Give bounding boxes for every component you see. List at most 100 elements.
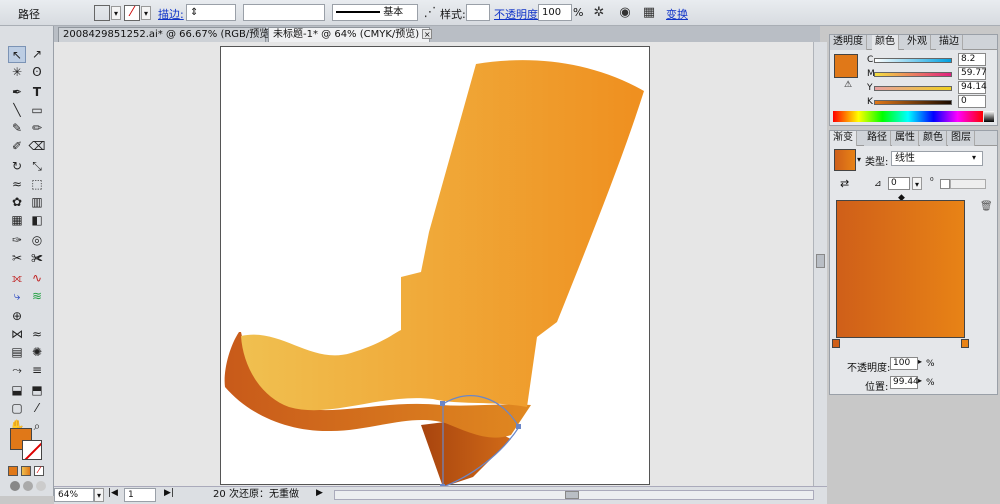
envelope-tool-icon[interactable]: ⋈ <box>8 326 26 343</box>
stroke-color-box[interactable] <box>22 440 42 460</box>
brush-definition-field[interactable]: 基本 <box>332 4 418 21</box>
magenta-value-field[interactable]: 59.77 <box>958 67 987 80</box>
eraser-tool-icon[interactable]: ⌫ <box>28 138 46 155</box>
gamut-warning-icon[interactable]: ⚠ <box>844 80 852 90</box>
opacity-field[interactable]: 100 <box>538 4 572 21</box>
aspect-ratio-field[interactable] <box>940 179 950 189</box>
tab-layers[interactable]: 图层 <box>948 131 975 146</box>
chart-tool-icon[interactable]: ▤ <box>8 344 26 361</box>
type-tool-icon[interactable]: T <box>28 84 46 101</box>
location-dropdown[interactable]: ▸ <box>918 376 922 385</box>
close-icon[interactable]: × <box>422 29 433 39</box>
brush-options-icon[interactable]: ⋰ <box>421 4 439 22</box>
draw-behind-icon[interactable] <box>23 481 33 491</box>
magenta-slider[interactable] <box>874 72 952 77</box>
rectangle-tool-icon[interactable]: ▭ <box>28 102 46 119</box>
free-transform-tool-icon[interactable]: ⬚ <box>28 176 46 193</box>
selection-tool-icon[interactable]: ↖ <box>8 46 26 63</box>
graph-tool-icon[interactable]: ▥ <box>28 194 46 211</box>
opacity-dropdown[interactable]: ▸ <box>918 357 922 366</box>
reshape-tool-icon[interactable]: ⤷ <box>8 288 26 305</box>
tab-pathfinder[interactable]: 路径 <box>864 131 891 146</box>
chevron-down-icon[interactable]: ▾ <box>972 153 976 162</box>
opacity-link[interactable]: 不透明度: <box>494 6 542 22</box>
lasso-tool-icon[interactable]: ʘ <box>28 64 46 81</box>
twirl-tool-icon[interactable]: ⤳ <box>8 362 26 379</box>
shaper-tool-icon[interactable]: ∿ <box>28 270 46 287</box>
none-mode-icon[interactable]: ⁄ <box>34 466 44 476</box>
artboard-tool-icon[interactable]: ▢ <box>8 400 26 417</box>
tab-gradient[interactable]: 渐变 <box>830 131 857 146</box>
tab-document-1[interactable]: 2008429851252.ai* @ 66.67% (RGB/预览)× <box>58 27 287 42</box>
scroll-thumb[interactable] <box>816 254 825 268</box>
gradient-slider-preview[interactable] <box>836 200 965 338</box>
gradient-tool-icon[interactable]: ◧ <box>28 212 46 229</box>
delete-stop-icon[interactable]: 🗑 <box>980 201 993 212</box>
zoom-dropdown[interactable]: ▾ <box>94 488 104 502</box>
anchor-point[interactable] <box>516 424 521 429</box>
variable-width-field[interactable] <box>243 4 325 21</box>
eyedropper-tool-icon[interactable]: ✑ <box>8 232 26 249</box>
stroke-weight-field[interactable]: ⇕ <box>186 4 236 21</box>
stop-opacity-field[interactable]: 100 <box>890 357 918 370</box>
tab-transparency[interactable]: 透明度 <box>830 35 867 50</box>
recolor-icon[interactable]: ✲ <box>590 4 608 22</box>
live-paint-select-tool-icon[interactable]: ⬒ <box>28 382 46 399</box>
tab-stroke[interactable]: 描边 <box>936 35 963 50</box>
tab-attributes[interactable]: 属性 <box>892 131 919 146</box>
first-artboard-icon[interactable]: |◀ <box>108 488 118 498</box>
blend-tool-icon[interactable]: ◎ <box>28 232 46 249</box>
mesh-tool-icon[interactable]: ▦ <box>8 212 26 229</box>
screen-mode-icon[interactable] <box>36 481 46 491</box>
cyan-slider[interactable] <box>874 58 952 63</box>
page-field[interactable]: 1 <box>124 488 156 502</box>
angle-dropdown[interactable]: ▾ <box>912 177 922 190</box>
color-fill-swatch[interactable] <box>834 54 858 78</box>
tab-document-2[interactable]: 未标题-1* @ 64% (CMYK/预览) × <box>268 27 433 42</box>
rotate-tool-icon[interactable]: ↻ <box>8 158 26 175</box>
blob-brush-tool-icon[interactable]: ✐ <box>8 138 26 155</box>
live-paint-tool-icon[interactable]: ⬓ <box>8 382 26 399</box>
next-artboard-icon[interactable]: ▶| <box>164 488 174 498</box>
flare-tool-icon[interactable]: ✺ <box>28 344 46 361</box>
document-setup-icon[interactable]: ◉ <box>616 4 634 22</box>
width-tool-icon[interactable]: ⟗ <box>8 270 26 287</box>
boot-artwork[interactable] <box>221 47 651 489</box>
fill-dropdown[interactable]: ▾ <box>111 6 121 20</box>
vertical-scrollbar[interactable] <box>813 42 827 486</box>
color-mode-icon[interactable] <box>8 466 18 476</box>
gradient-mode-icon[interactable] <box>21 466 31 476</box>
align-icon[interactable]: ▦ <box>640 4 658 22</box>
gradient-preset-dropdown[interactable]: ▾ <box>857 155 861 164</box>
gradient-type-select[interactable]: 线性 <box>891 151 983 166</box>
gradient-preview-swatch[interactable] <box>834 149 856 171</box>
stroke-link[interactable]: 描边: <box>158 6 184 22</box>
zoom-field[interactable]: 64% <box>54 488 94 502</box>
anchor-point[interactable] <box>440 401 445 406</box>
list-tool-icon[interactable]: ≡ <box>28 362 46 379</box>
status-menu-icon[interactable]: ▶ <box>316 488 323 498</box>
tab-color[interactable]: 颜色 <box>872 35 899 50</box>
scale-tool-icon[interactable]: ⤡ <box>28 158 46 175</box>
black-value-field[interactable]: 0 <box>958 95 986 108</box>
horizontal-scrollbar[interactable] <box>334 490 814 500</box>
canvas-area[interactable] <box>54 42 813 489</box>
line-tool-icon[interactable]: ╲ <box>8 102 26 119</box>
pencil-tool-icon[interactable]: ✏ <box>28 120 46 137</box>
cyan-value-field[interactable]: 8.2 <box>958 53 986 66</box>
knife-tool-icon[interactable]: ⁄ <box>28 400 46 417</box>
perspective-grid-tool-icon[interactable]: ⊕ <box>8 308 26 325</box>
stroke-swatch-none[interactable]: ⁄ <box>124 5 140 21</box>
fill-swatch[interactable] <box>94 5 110 21</box>
direct-selection-tool-icon[interactable]: ↗ <box>28 46 46 63</box>
stop-location-field[interactable]: 99.44 <box>890 376 919 389</box>
gradient-stop-right[interactable] <box>961 339 969 348</box>
tab-color-guide[interactable]: 颜色 <box>920 131 947 146</box>
transform-link[interactable]: 变换 <box>666 6 688 22</box>
stroke-dropdown[interactable]: ▾ <box>141 6 151 20</box>
draw-normal-icon[interactable] <box>10 481 20 491</box>
slice-tool-icon[interactable]: ✂ <box>8 250 26 267</box>
gradient-stop-left[interactable] <box>832 339 840 348</box>
smooth-tool-icon[interactable]: ≋ <box>28 288 46 305</box>
reverse-gradient-icon[interactable]: ⇄ <box>840 177 849 190</box>
